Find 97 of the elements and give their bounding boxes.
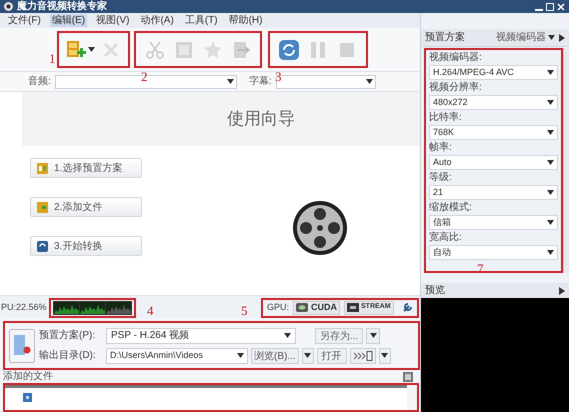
chip-icon — [296, 303, 308, 312]
caret-icon — [547, 220, 554, 225]
annotation-number: 2 — [141, 70, 148, 84]
caret-icon — [381, 353, 388, 358]
dropdown-value: H.264/MPEG-4 AVC — [433, 66, 515, 79]
caret-icon — [547, 130, 554, 135]
scrollbar[interactable] — [563, 48, 569, 273]
caret-icon — [370, 333, 376, 338]
dropdown-value: 21 — [433, 186, 444, 199]
folder-path: D:\Users\Anmin\Videos — [110, 348, 204, 362]
film-plus-icon — [66, 40, 86, 60]
list-view-icon[interactable] — [403, 372, 413, 382]
preset-icon[interactable] — [9, 328, 35, 362]
close-icon[interactable] — [557, 2, 565, 10]
menu-item[interactable]: 文件(F) — [6, 14, 43, 27]
caret-icon — [226, 79, 234, 84]
caret-icon — [547, 160, 554, 165]
field-label: 预置方案(P): — [39, 328, 96, 343]
open-button[interactable]: 打开 — [316, 348, 347, 364]
caret-icon — [237, 353, 244, 358]
encoder-menu[interactable]: 视频编码器 — [496, 30, 555, 45]
cuda-button[interactable]: CUDA — [293, 300, 340, 314]
dropdown-button[interactable] — [302, 348, 314, 364]
menu-item[interactable]: 工具(T) — [182, 14, 220, 27]
device-button[interactable] — [350, 348, 376, 364]
wizard-step-button[interactable]: 2.添加文件 — [30, 197, 142, 217]
setting-dropdown[interactable]: 信箱 — [429, 215, 558, 230]
app-icon — [4, 2, 13, 11]
scissors-icon — [144, 40, 164, 60]
annotation-number: 5 — [241, 304, 248, 318]
cpu-graph — [106, 302, 131, 314]
device-icon — [352, 350, 373, 360]
field-label: 比特率: — [429, 111, 463, 124]
field-label: 帧率: — [429, 141, 453, 154]
window-title: 魔力音视频转换专家 — [17, 0, 107, 12]
annotation-number: 3 — [275, 70, 282, 84]
field-label: 视频编码器: — [429, 51, 483, 64]
dropdown-value: 信箱 — [433, 216, 452, 229]
wizard-title: 使用向导 — [227, 108, 295, 130]
caret-icon — [548, 35, 555, 40]
play-icon[interactable] — [559, 286, 565, 294]
menu-item[interactable]: 动作(A) — [138, 14, 176, 27]
wizard-step-button[interactable]: 1.选择预置方案 — [30, 158, 142, 178]
caret-icon — [547, 70, 554, 75]
menu-item[interactable]: 帮助(H) — [226, 14, 264, 27]
menu-item[interactable]: 编辑(E) — [50, 14, 88, 27]
chip-icon — [347, 303, 360, 312]
toolbar-button[interactable] — [66, 40, 95, 60]
cpu-usage: PU:22.56% — [1, 300, 47, 314]
caret-icon — [284, 333, 291, 338]
cpu-graph — [80, 302, 105, 314]
field-label: 缩放模式: — [429, 201, 473, 214]
setting-dropdown[interactable]: 768K — [429, 125, 558, 140]
field-label: 等级: — [429, 171, 453, 184]
output-folder-dropdown[interactable]: D:\Users\Anmin\Videos — [106, 348, 248, 364]
browse-button[interactable]: 浏览(B)... — [251, 348, 299, 364]
dropdown-value: Auto — [433, 156, 453, 169]
star-icon — [202, 40, 222, 60]
annotation-number: 1 — [49, 52, 56, 66]
film-reel-icon — [292, 200, 348, 256]
caret-icon — [304, 353, 312, 358]
caret-icon — [547, 190, 554, 195]
preset-dropdown[interactable]: PSP - H.264 视频 — [106, 328, 296, 344]
setting-dropdown[interactable]: 自动 — [429, 245, 558, 260]
gpu-label: GPU: — [267, 300, 290, 314]
menu-item[interactable]: 视图(V) — [94, 14, 132, 27]
dropdown-value: 768K — [433, 126, 456, 139]
caret-icon — [547, 100, 554, 105]
field-label: 字幕: — [248, 74, 272, 89]
wizard-step-button[interactable]: 3.开始转换 — [30, 236, 142, 256]
setting-dropdown[interactable]: 21 — [429, 185, 558, 200]
setting-dropdown[interactable]: H.264/MPEG-4 AVC — [429, 65, 558, 80]
dropdown-button[interactable] — [366, 328, 380, 344]
field-label: 输出目录(D): — [39, 348, 97, 363]
save-as-button[interactable]: 另存为... — [315, 328, 363, 344]
setting-dropdown[interactable]: 480x272 — [429, 95, 558, 110]
field-label: 音频: — [28, 74, 51, 89]
play-icon[interactable] — [559, 34, 565, 42]
panel-title: 预置方案 — [425, 30, 465, 45]
annotation-number: 4 — [147, 304, 154, 318]
file-list-title: 添加的文件 — [3, 370, 53, 382]
dropdown-button[interactable] — [378, 348, 391, 364]
setting-dropdown[interactable]: Auto — [429, 155, 558, 170]
dropdown-value: 自动 — [433, 246, 452, 259]
field-label: 宽高比: — [429, 231, 463, 244]
cpu-graph — [54, 302, 79, 314]
caret-icon — [547, 250, 554, 255]
film-arrow-icon — [232, 40, 252, 60]
help-icon[interactable] — [23, 393, 32, 402]
wrench-icon[interactable] — [402, 302, 413, 313]
field-label: 视频分辨率: — [429, 81, 483, 94]
caret-icon — [366, 79, 373, 84]
panel-title: 预览 — [425, 284, 445, 298]
dropdown-value: 480x272 — [433, 96, 469, 109]
caret-icon — [88, 47, 95, 52]
preset-value: PSP - H.264 视频 — [111, 328, 190, 343]
maximize-icon[interactable] — [546, 2, 554, 10]
